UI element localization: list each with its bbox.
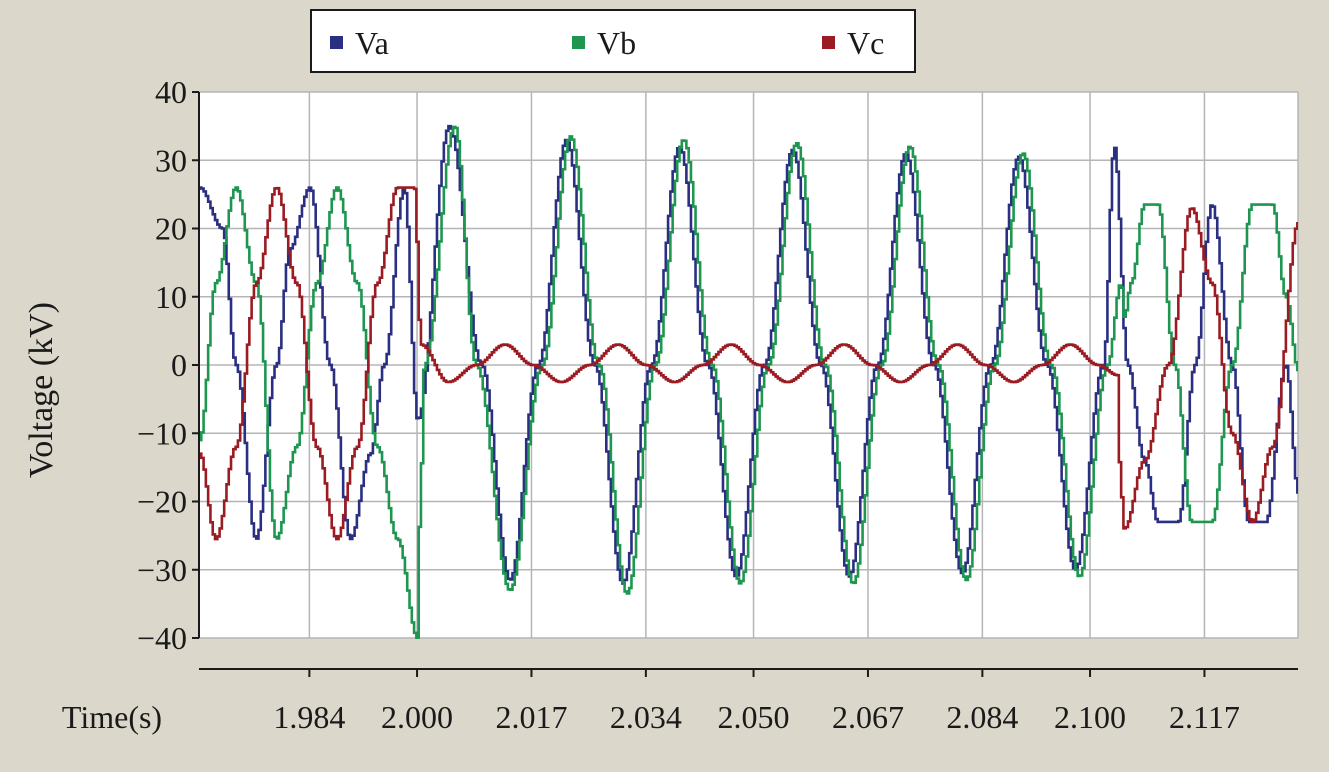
x-tick-label: 2.017 [495,699,567,735]
x-tick-label: 2.050 [718,699,790,735]
legend-swatch-va [330,36,343,49]
y-tick-label: 30 [155,142,187,178]
y-tick-label: −30 [137,552,187,588]
x-tick-label: 2.084 [946,699,1018,735]
y-tick-label: 0 [171,347,187,383]
y-tick-label: −20 [137,484,187,520]
x-tick-label: 1.984 [273,699,345,735]
legend-swatch-vb [572,36,585,49]
y-tick-label: 40 [155,74,187,110]
x-tick-label: 2.000 [381,699,453,735]
x-tick-labels: 1.984 2.000 2.017 2.034 2.050 2.067 2.084 2.100… [273,699,1239,735]
y-axis-label: Voltage (kV) [23,302,60,478]
chart-canvas: Va Vb Vc 40 30 20 10 0 −10 −20 −30 −40 1.984 2.000 2… [23,9,1299,735]
legend-label-va: Va [355,25,389,61]
y-tick-label: −10 [137,415,187,451]
x-tick-label: 2.067 [832,699,904,735]
legend: Va Vb Vc [310,9,916,73]
y-tick-label: 20 [155,211,187,247]
legend-label-vc: Vc [847,25,884,61]
y-tick-label: −40 [137,620,187,656]
voltage-chart: Va Vb Vc 40 30 20 10 0 −10 −20 −30 −40 1.984 2.000 2… [0,0,1329,767]
legend-label-vb: Vb [597,25,636,61]
legend-swatch-vc [822,36,835,49]
x-axis-label: Time(s) [62,699,162,735]
x-tick-label: 2.034 [610,699,682,735]
x-tick-label: 2.117 [1169,699,1240,735]
y-tick-labels: 40 30 20 10 0 −10 −20 −30 −40 [137,74,187,656]
x-tick-label: 2.100 [1054,699,1126,735]
y-tick-label: 10 [155,279,187,315]
